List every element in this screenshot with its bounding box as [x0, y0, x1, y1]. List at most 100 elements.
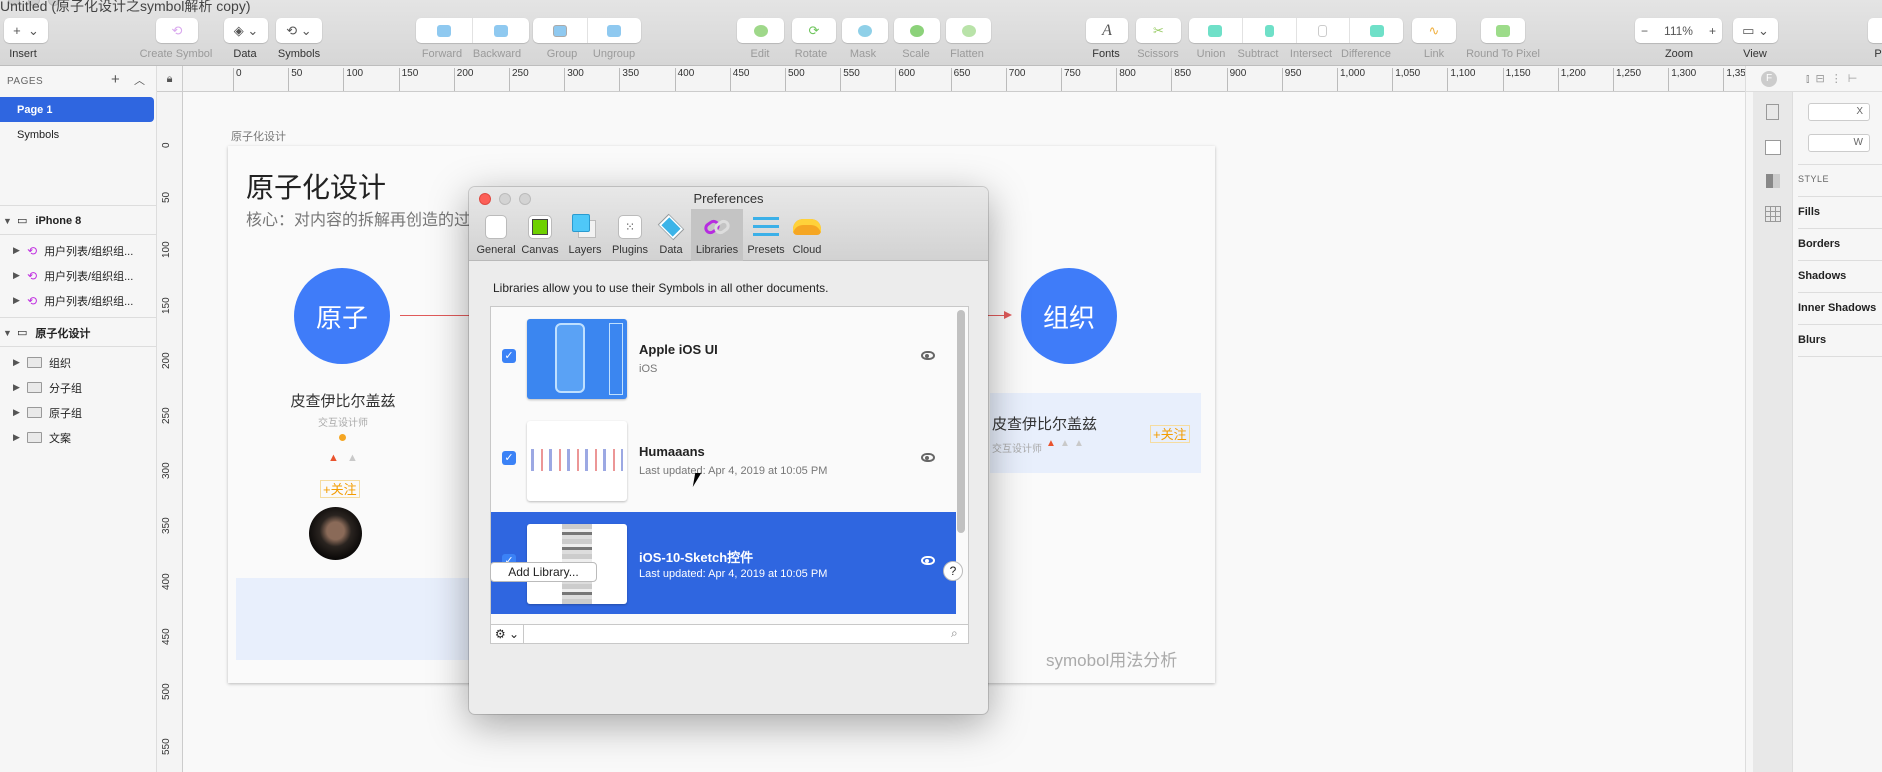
export-icon[interactable] [1766, 104, 1779, 120]
tab-canvas[interactable]: Canvas [519, 209, 561, 261]
round-to-pixel-button[interactable] [1481, 18, 1525, 43]
lock-icon[interactable]: 🔒︎ [157, 66, 183, 92]
eye-icon[interactable] [921, 453, 935, 462]
edit-button[interactable] [737, 18, 784, 43]
library-checkbox[interactable]: ✓ [502, 349, 516, 363]
add-library-button[interactable]: Add Library... [490, 562, 597, 582]
link-button[interactable]: ∿ [1412, 18, 1456, 43]
disclosure-triangle-icon: ▶ [13, 432, 20, 442]
tab-data[interactable]: Data [653, 209, 689, 261]
ungroup-button[interactable] [588, 18, 642, 43]
follow-button[interactable]: +关注 [320, 480, 360, 498]
shadows-section[interactable]: Shadows [1798, 260, 1882, 292]
tab-libraries[interactable]: Libraries [691, 209, 743, 261]
library-subtitle: Last updated: Apr 4, 2019 at 10:05 PM [639, 465, 828, 477]
ruler-tick: 200 [161, 352, 172, 369]
plugin-icon[interactable]: F [1761, 71, 1777, 87]
scissors-button[interactable]: ✂ [1136, 18, 1181, 43]
gear-menu-button[interactable]: ⚙ ⌄ [491, 625, 524, 643]
vertical-ruler[interactable]: 0 50 100 150 200 250 300 350 400 450 500 550 [157, 66, 183, 772]
library-search-input[interactable] [525, 625, 965, 643]
symbols-button[interactable]: ⟲ ⌄ [276, 18, 322, 43]
help-button[interactable]: ? [943, 561, 963, 581]
tab-cloud[interactable]: Cloud [789, 209, 825, 261]
ruler-tick: 50 [161, 192, 172, 204]
round-to-pixel-label: Round To Pixel [1466, 48, 1540, 60]
ruler-tick: 100 [161, 241, 172, 259]
list-card: 皮查伊比尔盖兹 交互设计师 ▲ ▲ ▲ +关注 [990, 393, 1201, 473]
layer-row[interactable]: ▶ ⟲ 用户列表/组织组... [0, 238, 157, 263]
backward-icon [494, 24, 508, 37]
prototype-button[interactable] [1868, 18, 1882, 43]
mask-button[interactable] [842, 18, 888, 43]
backward-button[interactable] [473, 18, 529, 43]
tab-plugins[interactable]: ⁙ Plugins [609, 209, 651, 261]
intersect-button[interactable] [1297, 18, 1351, 43]
width-field[interactable]: W [1808, 134, 1870, 152]
subtract-button[interactable] [1243, 18, 1297, 43]
eye-icon[interactable] [921, 556, 935, 565]
tab-layers[interactable]: Layers [565, 209, 605, 261]
layer-row[interactable]: ▶ 组织 [0, 350, 157, 375]
layer-row[interactable]: ▶ 分子组 [0, 375, 157, 400]
ruler-tick: 950 [1281, 68, 1301, 91]
library-row[interactable]: ✓ Apple iOS UI iOS [491, 307, 956, 409]
zoom-out-button[interactable]: − [1641, 24, 1648, 38]
page-item-symbols[interactable]: Symbols [0, 122, 157, 147]
insert-button[interactable]: + ⌄ [4, 18, 48, 43]
inner-shadows-section[interactable]: Inner Shadows [1798, 292, 1882, 324]
layer-row[interactable]: ▶ ⟲ 用户列表/组织组... [0, 263, 157, 288]
disclosure-triangle-icon: ▼ [3, 327, 12, 338]
forward-icon [437, 24, 451, 37]
link-label: Link [1423, 48, 1445, 60]
divider [0, 234, 157, 235]
artboard-iphone-8[interactable]: ▼ ▭ iPhone 8 [0, 208, 157, 233]
ruler-tick: 450 [729, 68, 749, 91]
components-icon[interactable] [1766, 174, 1780, 188]
layer-row[interactable]: ▶ 文案 [0, 425, 157, 450]
eye-icon[interactable] [921, 351, 935, 360]
tab-label: General [476, 244, 516, 256]
borders-section[interactable]: Borders [1798, 228, 1882, 260]
layer-label: 用户列表/组织组... [44, 270, 134, 283]
divider [0, 205, 157, 206]
rotate-button[interactable]: ⟳ [792, 18, 836, 43]
mask-label: Mask [849, 48, 877, 60]
layer-row[interactable]: ▶ 原子组 [0, 400, 157, 425]
tab-presets[interactable]: Presets [745, 209, 787, 261]
library-checkbox[interactable]: ✓ [502, 451, 516, 465]
scrollbar[interactable] [957, 310, 965, 533]
layer-row[interactable]: ▶ ⟲ 用户列表/组织组... [0, 288, 157, 313]
collapse-pages-button[interactable]: ︿ [134, 72, 145, 88]
x-position-field[interactable]: X [1808, 103, 1870, 121]
union-button[interactable] [1189, 18, 1243, 43]
zoom-in-button[interactable]: + [1709, 24, 1716, 38]
view-button[interactable]: ▭ ⌄ [1733, 18, 1778, 43]
horizontal-ruler[interactable]: 0 50 100 150 200 250 300 350 400 450 500 550 600 650 7… [157, 66, 1745, 92]
forward-button[interactable] [416, 18, 473, 43]
follow-button[interactable]: +关注 [1150, 425, 1190, 443]
align-icons[interactable]: ⫾⊟⋮⊢ [1806, 72, 1863, 86]
page-item-page-1[interactable]: Page 1 [0, 97, 154, 122]
flatten-button[interactable] [946, 18, 991, 43]
ungroup-icon [607, 24, 622, 37]
fills-section[interactable]: Fills [1798, 196, 1882, 228]
scale-button[interactable] [894, 18, 940, 43]
person-name: 皮查伊比尔盖兹 [290, 393, 396, 410]
tab-general[interactable]: General [476, 209, 516, 261]
group-button[interactable] [533, 18, 588, 43]
ruler-tick: 550 [840, 68, 860, 91]
grid-icon[interactable] [1765, 206, 1781, 222]
artboard-atomic-design[interactable]: ▼ ▭ 原子化设计 [0, 320, 157, 345]
create-symbol-button[interactable]: ⟲ [156, 18, 198, 43]
library-row[interactable]: ✓ Humaaans Last updated: Apr 4, 2019 at … [491, 409, 956, 511]
data-button[interactable]: ◈ ⌄ [224, 18, 268, 43]
difference-button[interactable] [1350, 18, 1403, 43]
artboard-name[interactable]: 原子化设计 [231, 128, 286, 144]
fonts-button[interactable]: A [1086, 18, 1128, 43]
add-page-button[interactable]: + [111, 71, 120, 88]
page-label: Symbols [17, 128, 60, 141]
blurs-section[interactable]: Blurs [1798, 324, 1882, 356]
list-icon[interactable] [1765, 140, 1781, 155]
scale-label: Scale [902, 48, 930, 60]
